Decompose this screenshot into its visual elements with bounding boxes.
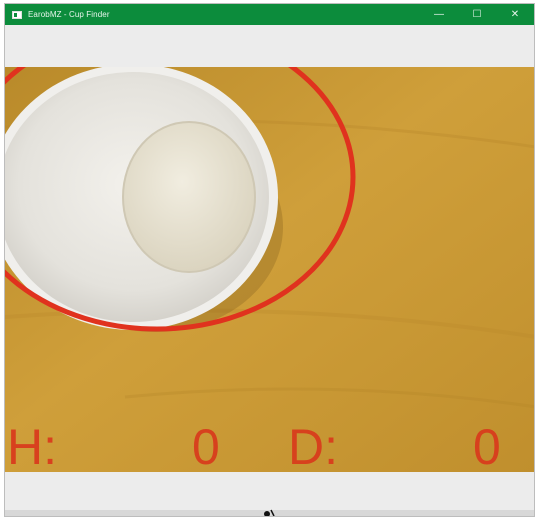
diameter-value: 0 bbox=[473, 419, 501, 472]
height-label: H: bbox=[7, 419, 57, 472]
minimize-button[interactable]: — bbox=[420, 4, 458, 25]
maximize-button[interactable]: ☐ bbox=[458, 4, 496, 25]
height-value: 0 bbox=[192, 419, 220, 472]
mouse-cursor-icon bbox=[264, 509, 275, 516]
toolbar-area bbox=[5, 25, 534, 67]
window-title: EarobMZ - Cup Finder bbox=[28, 10, 110, 19]
title-bar[interactable]: EarobMZ - Cup Finder — ☐ ✕ bbox=[5, 4, 534, 25]
app-window-icon bbox=[12, 10, 22, 19]
camera-feed: H: 0 D: 0 bbox=[5, 67, 534, 472]
camera-frame-image bbox=[5, 67, 534, 472]
diameter-label: D: bbox=[288, 419, 338, 472]
close-button[interactable]: ✕ bbox=[496, 4, 534, 25]
window-controls: — ☐ ✕ bbox=[420, 4, 534, 25]
status-area bbox=[5, 472, 534, 510]
cup-finder-window: EarobMZ - Cup Finder — ☐ ✕ H: 0 D: 0 bbox=[4, 3, 535, 517]
cup-bottom bbox=[122, 121, 256, 273]
